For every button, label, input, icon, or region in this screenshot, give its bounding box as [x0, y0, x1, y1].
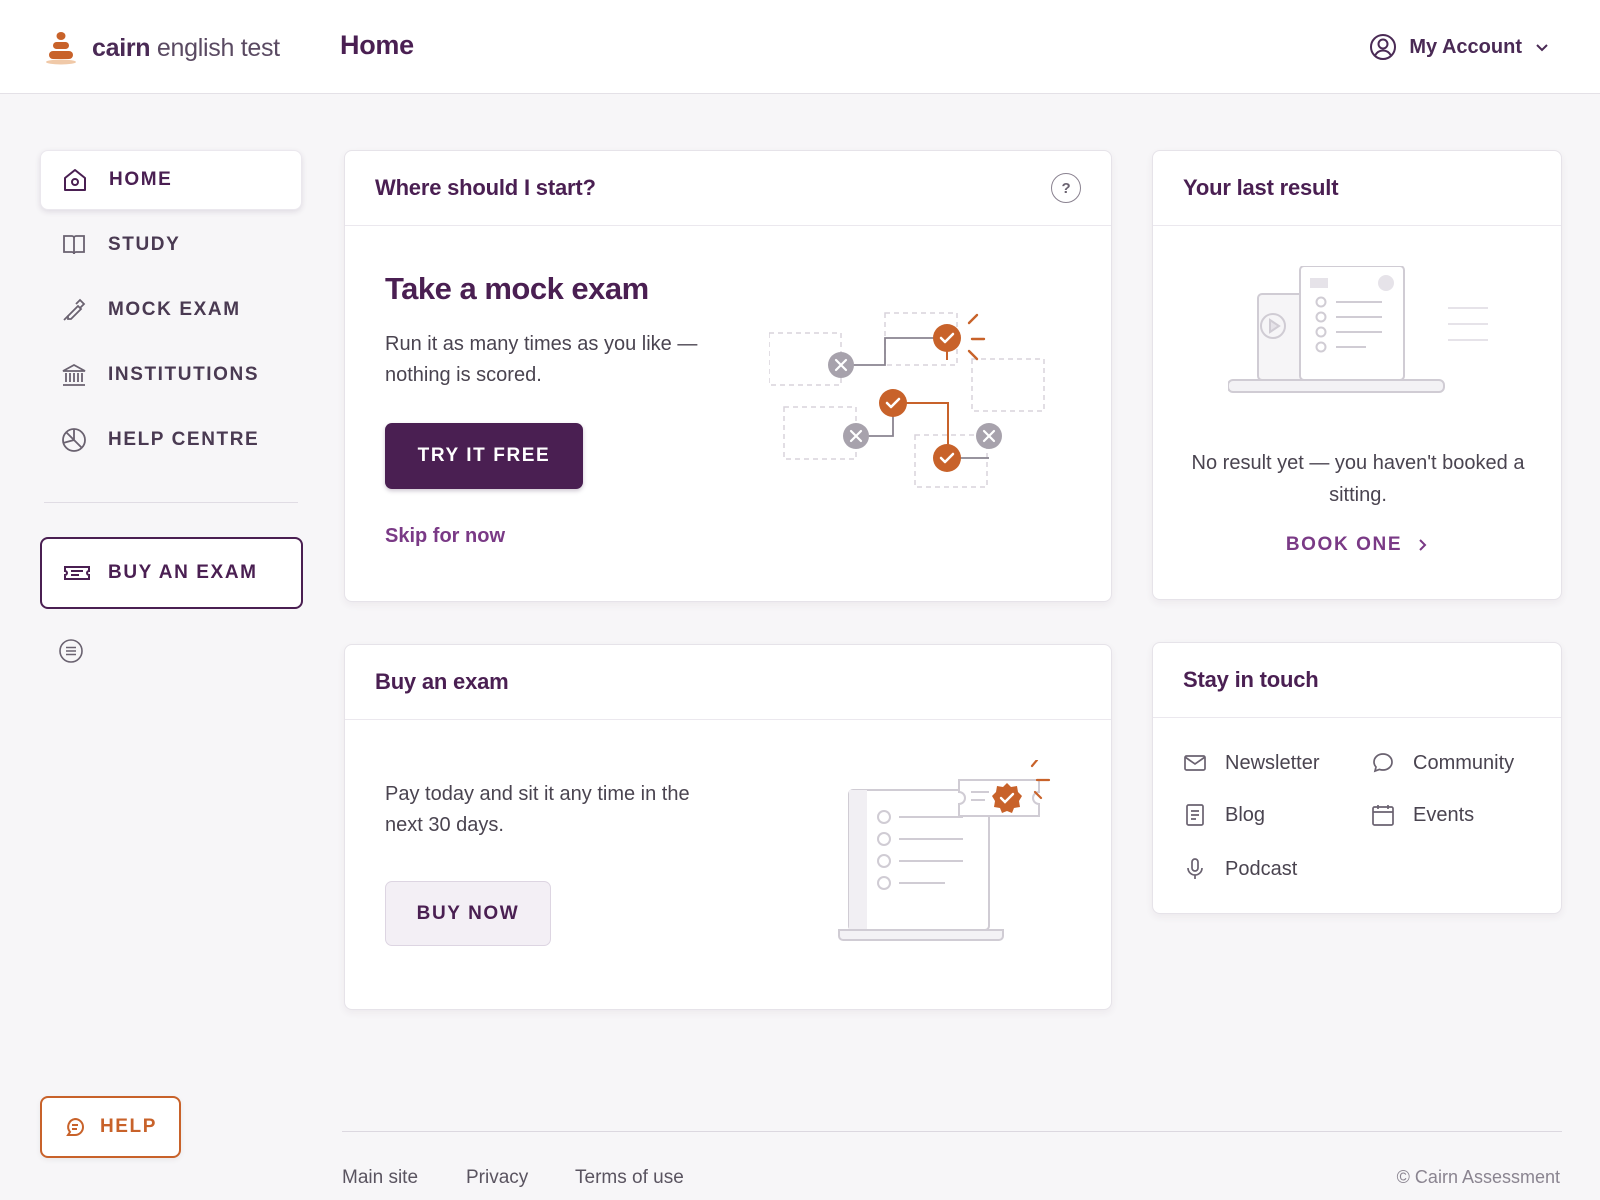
- chat-icon: [1373, 753, 1393, 773]
- stay-in-touch-header: Stay in touch: [1153, 643, 1561, 718]
- list-menu-icon[interactable]: [58, 638, 84, 664]
- book-one-label: BOOK ONE: [1285, 534, 1403, 555]
- ticket-icon: [64, 566, 90, 580]
- microphone-icon: [1187, 858, 1203, 879]
- book-icon: [63, 235, 85, 255]
- start-card-title: Where should I start?: [375, 175, 596, 200]
- stay-in-touch-title: Stay in touch: [1183, 667, 1319, 692]
- account-label: My Account: [1409, 35, 1522, 58]
- footer-divider: [342, 1131, 1562, 1132]
- events-label: Events: [1413, 803, 1475, 826]
- try-it-free-button[interactable]: TRY IT FREE: [385, 423, 583, 489]
- newsletter-link[interactable]: Newsletter: [1183, 751, 1319, 775]
- sidebar-item-help-centre[interactable]: HELP CENTRE: [40, 410, 302, 470]
- last-result-header: Your last result: [1153, 151, 1561, 226]
- sidebar-divider: [44, 502, 298, 503]
- mail-icon: [1184, 755, 1206, 771]
- buy-an-exam-label: BUY AN EXAM: [108, 562, 258, 583]
- top-bar: cairn english test Home My Account: [0, 0, 1600, 94]
- sidebar-item-label: HELP CENTRE: [108, 429, 260, 450]
- path-flow-illustration: [769, 312, 1045, 488]
- results-placeholder-illustration: [1228, 266, 1488, 393]
- copyright: © Cairn Assessment: [1396, 1167, 1560, 1187]
- page-title: Home: [340, 30, 414, 60]
- brand-name: cairn english test: [92, 33, 280, 62]
- blog-link[interactable]: Blog: [1183, 803, 1265, 827]
- community-link[interactable]: Community: [1371, 751, 1514, 775]
- sidebar-item-study[interactable]: STUDY: [40, 215, 302, 275]
- institution-icon: [62, 363, 86, 386]
- start-card: Where should I start? ? Take a mock exam…: [344, 150, 1112, 602]
- account-menu-button[interactable]: My Account: [1369, 33, 1550, 61]
- cairn-logo-icon: [46, 32, 76, 65]
- community-label: Community: [1413, 751, 1515, 774]
- buy-now-button[interactable]: BUY NOW: [385, 881, 551, 946]
- exam-ticket-illustration: [838, 760, 1051, 941]
- buy-an-exam-button[interactable]: BUY AN EXAM: [40, 537, 303, 609]
- chevron-down-icon: [1536, 44, 1548, 52]
- footer-link-privacy[interactable]: Privacy: [466, 1167, 528, 1189]
- calendar-icon: [1372, 805, 1394, 826]
- help-button[interactable]: HELP: [40, 1096, 181, 1158]
- no-result-note: No result yet — you haven't booked a sit…: [1191, 452, 1525, 506]
- events-link[interactable]: Events: [1371, 803, 1474, 827]
- help-label: HELP: [99, 1116, 158, 1137]
- newsletter-label: Newsletter: [1225, 751, 1320, 774]
- buy-exam-description: Pay today and sit it any time in the nex…: [385, 783, 690, 836]
- last-result-title: Your last result: [1183, 175, 1339, 200]
- document-icon: [1186, 804, 1204, 826]
- brand-logo[interactable]: cairn english test: [44, 30, 280, 66]
- book-one-link[interactable]: BOOK ONE: [1153, 534, 1561, 556]
- sidebar-item-home[interactable]: HOME: [40, 150, 302, 210]
- user-circle-icon: [1370, 34, 1397, 60]
- mock-exam-description: Run it as many times as you like — nothi…: [385, 333, 698, 386]
- mock-exam-heading: Take a mock exam: [385, 271, 649, 306]
- blog-label: Blog: [1225, 803, 1266, 826]
- buy-exam-card: Buy an exam Pay today and sit it any tim…: [344, 644, 1112, 1010]
- sidebar-item-label: STUDY: [108, 234, 181, 255]
- sidebar-item-institutions[interactable]: INSTITUTIONS: [40, 345, 302, 405]
- footer-link-terms[interactable]: Terms of use: [575, 1167, 684, 1189]
- chevron-right-icon: [1419, 539, 1427, 551]
- chat-bubble-icon: [66, 1117, 84, 1136]
- last-result-card: Your last result No result yet — you hav…: [1152, 150, 1562, 600]
- sidebar-item-label: HOME: [109, 169, 173, 190]
- podcast-link[interactable]: Podcast: [1183, 857, 1297, 881]
- pen-icon: [63, 298, 86, 321]
- sidebar-item-mock-exam[interactable]: MOCK EXAM: [40, 280, 302, 340]
- stay-in-touch-card: Stay in touch Newsletter Community Blog …: [1152, 642, 1562, 914]
- start-card-header: Where should I start? ?: [345, 151, 1111, 226]
- podcast-label: Podcast: [1225, 857, 1298, 880]
- help-icon[interactable]: ?: [1051, 173, 1081, 203]
- buy-exam-title: Buy an exam: [375, 669, 509, 694]
- home-icon: [64, 169, 86, 191]
- sidebar-item-label: MOCK EXAM: [108, 299, 241, 320]
- buy-exam-header: Buy an exam: [345, 645, 1111, 720]
- sidebar-item-label: INSTITUTIONS: [108, 364, 260, 385]
- footer-link-main-site[interactable]: Main site: [342, 1167, 418, 1189]
- skip-for-now-link[interactable]: Skip for now: [385, 525, 505, 548]
- lifebuoy-icon: [62, 428, 86, 452]
